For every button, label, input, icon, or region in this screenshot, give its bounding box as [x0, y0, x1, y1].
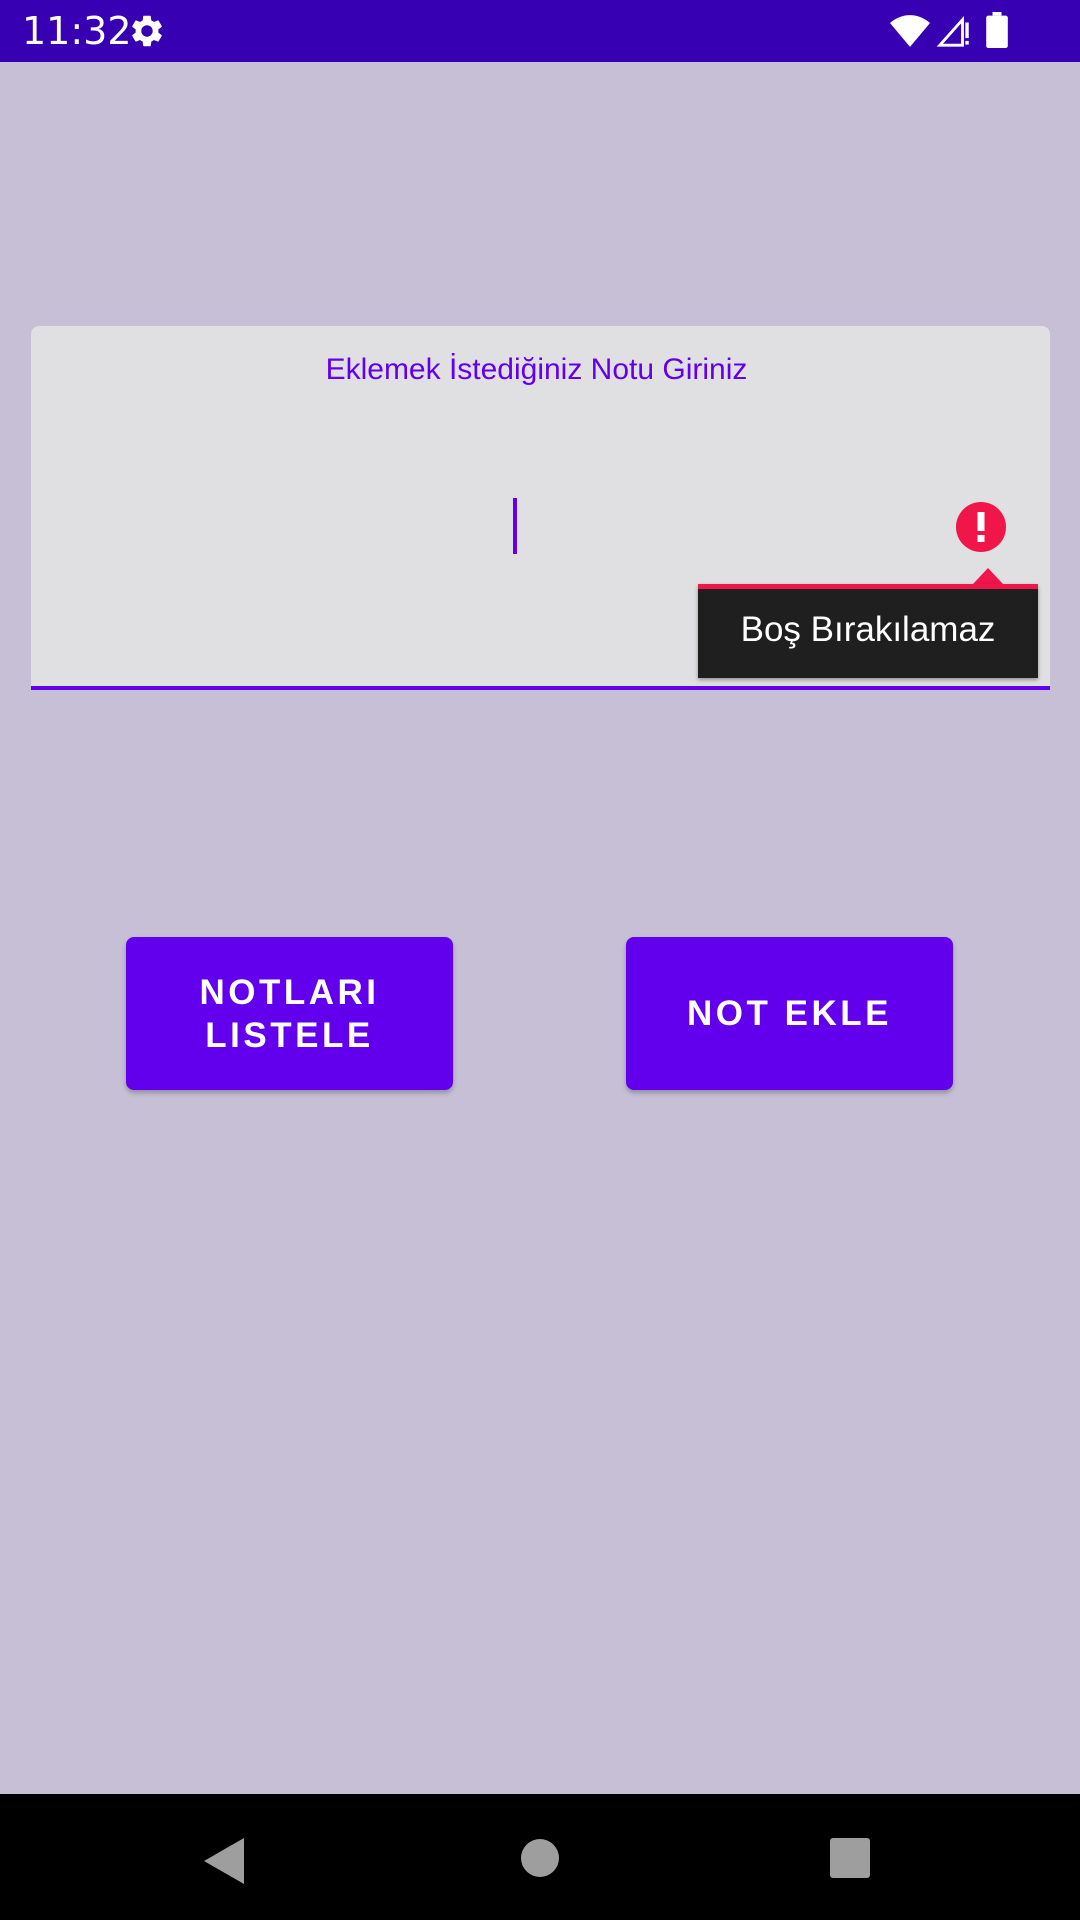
status-time: 11:32	[22, 9, 132, 53]
list-notes-button-label: NOTLARI LISTELE	[199, 972, 380, 1055]
back-icon[interactable]	[204, 1838, 244, 1884]
wifi-icon	[890, 15, 930, 47]
cellular-signal-icon	[936, 15, 969, 47]
settings-gear-icon	[132, 15, 162, 47]
navigation-bar	[0, 1794, 1080, 1920]
recents-icon[interactable]	[830, 1838, 870, 1878]
battery-icon	[986, 12, 1008, 48]
note-input-hint: Eklemek İstediğiniz Notu Giriniz	[325, 353, 748, 386]
error-message: Boş Bırakılamaz	[740, 610, 996, 649]
home-icon[interactable]	[520, 1838, 560, 1878]
status-bar: 11:32	[0, 0, 1080, 62]
input-underline	[31, 686, 1050, 690]
add-note-button-label: NOT EKLE	[687, 994, 892, 1033]
error-popup-arrow	[973, 568, 1003, 584]
add-note-button[interactable]: NOT EKLE	[626, 937, 953, 1090]
error-exclamation-icon	[956, 502, 1006, 552]
text-cursor	[513, 498, 517, 554]
error-popup: Boş Bırakılamaz	[698, 584, 1038, 678]
list-notes-button[interactable]: NOTLARI LISTELE	[126, 937, 453, 1090]
